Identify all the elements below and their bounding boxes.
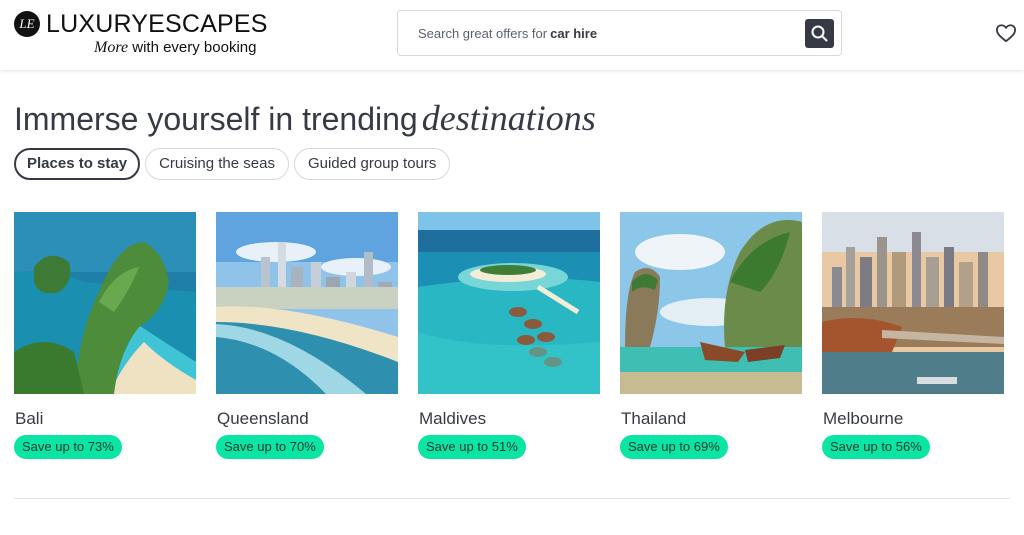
search-placeholder-prefix: Search great offers for: [418, 26, 548, 41]
search-button[interactable]: [805, 19, 834, 48]
destination-name: Bali: [15, 409, 44, 428]
tab-guided-group-tours[interactable]: Guided group tours: [293, 148, 451, 180]
savings-badge: Save up to 69%: [620, 435, 728, 459]
search-placeholder-highlight: car hire: [550, 26, 598, 41]
destination-image-queensland: [216, 212, 398, 394]
destination-name: Melbourne: [823, 409, 904, 428]
destination-name: Thailand: [621, 409, 687, 428]
tab-places-to-stay[interactable]: Places to stay: [14, 148, 141, 180]
search-icon: [811, 25, 828, 42]
destination-image-melbourne: [822, 212, 1004, 394]
search-placeholder: Search great offers for car hire: [418, 26, 597, 41]
brand-logo[interactable]: LE LUXURYESCAPES More with every booking: [14, 11, 267, 59]
brand-tagline-rest: with every booking: [132, 39, 257, 56]
destination-image-bali: [14, 212, 196, 394]
savings-badge: Save up to 56%: [822, 435, 930, 459]
destination-image-maldives: [418, 212, 600, 394]
destination-card-thailand[interactable]: Thailand Save up to 69%: [620, 212, 802, 462]
destination-card-melbourne[interactable]: Melbourne Save up to 56%: [822, 212, 1004, 462]
category-tabs: Places to stay Cruising the seas Guided …: [14, 148, 451, 180]
brand-mark-icon: LE: [14, 11, 40, 37]
section-title-italic: destinations: [421, 98, 596, 138]
destination-card-queensland[interactable]: Queensland Save up to 70%: [216, 212, 398, 462]
site-header: LE LUXURYESCAPES More with every booking…: [0, 0, 1024, 70]
destination-image-thailand: [620, 212, 802, 394]
section-title: Immerse yourself in trending destinations: [14, 98, 596, 139]
section-divider: [14, 498, 1010, 499]
destination-card-bali[interactable]: Bali Save up to 73%: [14, 212, 196, 462]
savings-badge: Save up to 73%: [14, 435, 122, 459]
destination-card-maldives[interactable]: Maldives Save up to 51%: [418, 212, 600, 462]
section-title-plain: Immerse yourself in trending: [14, 101, 418, 137]
destination-name: Queensland: [217, 409, 309, 428]
savings-badge: Save up to 70%: [216, 435, 324, 459]
savings-badge: Save up to 51%: [418, 435, 526, 459]
tab-cruising-the-seas[interactable]: Cruising the seas: [145, 148, 289, 180]
destination-name: Maldives: [419, 409, 487, 428]
brand-wordmark: LUXURYESCAPES: [46, 10, 268, 38]
heart-icon[interactable]: [995, 23, 1017, 43]
search-field[interactable]: Search great offers for car hire: [397, 10, 842, 56]
brand-tagline-italic: More: [94, 39, 129, 56]
destination-carousel: Bali Save up to 73% Queensland Save up t…: [14, 212, 1024, 462]
brand-tagline: More with every booking: [94, 39, 256, 57]
